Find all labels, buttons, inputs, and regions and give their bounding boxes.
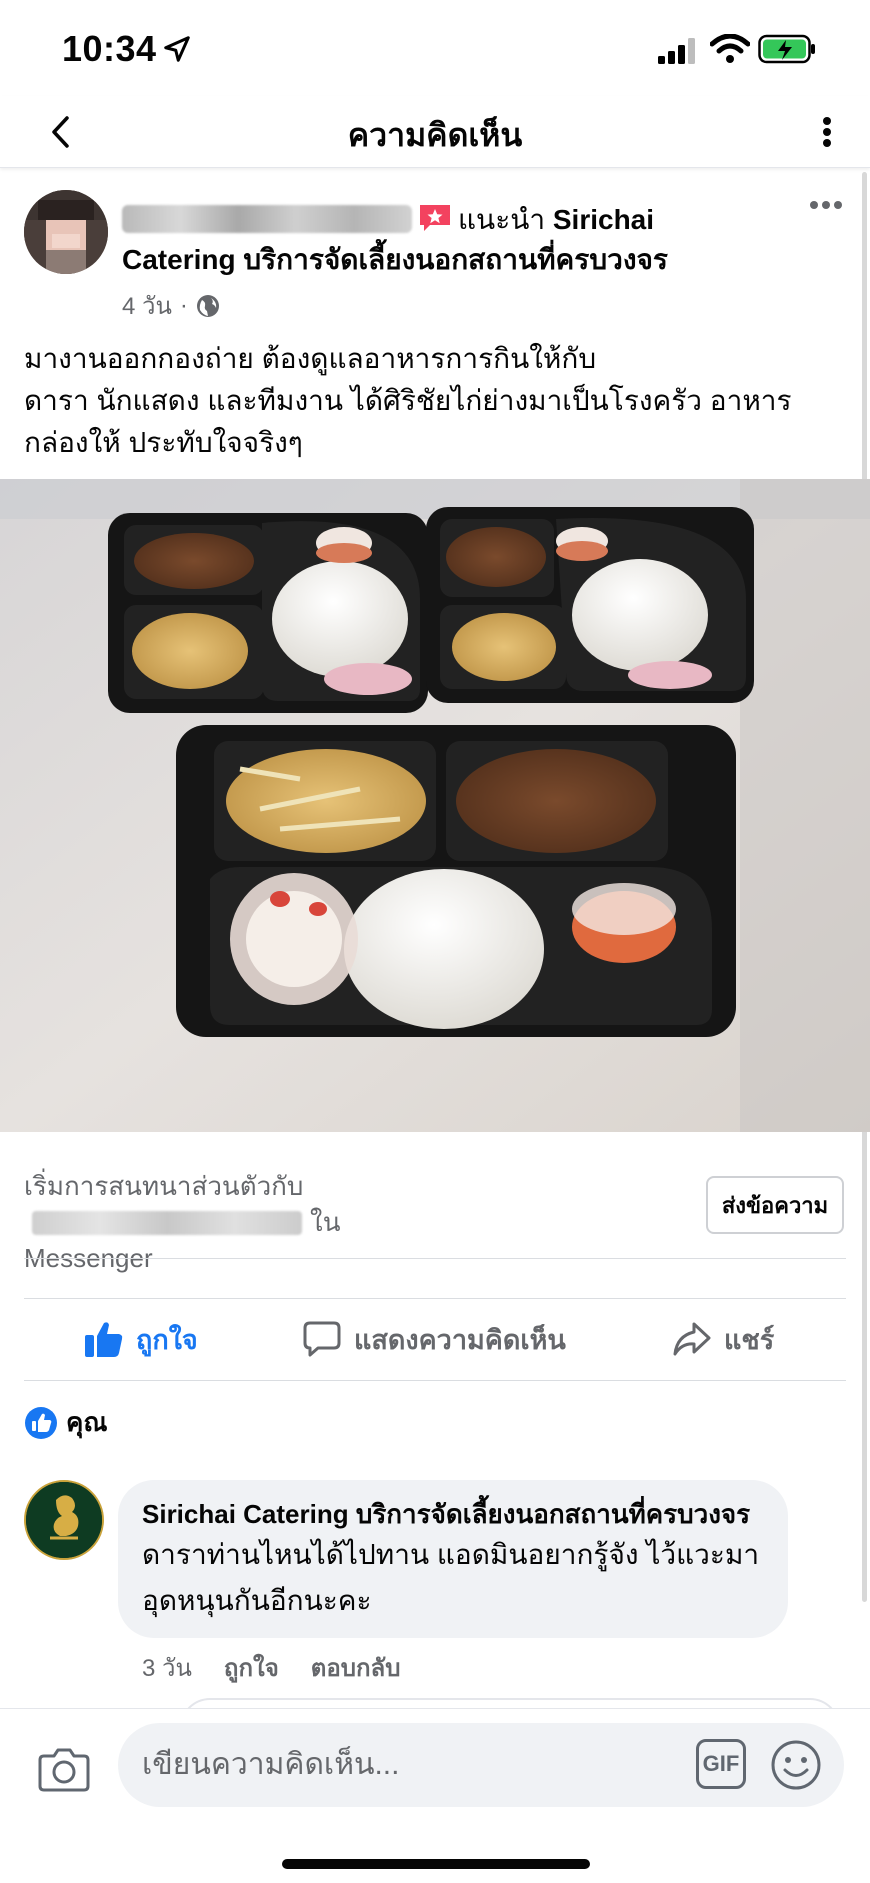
post-time[interactable]: 4 วัน: [122, 286, 172, 325]
wifi-icon: [710, 34, 750, 63]
food-boxes-photo: [0, 479, 870, 1132]
globe-icon: [196, 294, 219, 317]
comment-text-line: ดาราท่านไหนได้ไปทาน แอดมินอยากรู้จัง ไว้…: [142, 1539, 760, 1570]
signal-icon: [658, 38, 695, 64]
send-message-button[interactable]: ส่งข้อความ: [706, 1176, 844, 1234]
battery-charging-icon: [758, 34, 815, 64]
post-text-line: กล่องให้ ประทับใจจริงๆ: [24, 427, 303, 458]
meta-separator: ·: [179, 291, 188, 319]
camera-button[interactable]: [38, 1743, 90, 1795]
thumbs-up-icon: [85, 1322, 123, 1357]
home-indicator: [282, 1859, 590, 1869]
reactions-summary[interactable]: คุณ: [24, 1402, 108, 1443]
comment-like-link[interactable]: ถูกใจ: [224, 1648, 279, 1687]
post-photo[interactable]: [0, 479, 870, 1132]
commenter-avatar[interactable]: [24, 1480, 104, 1560]
messenger-prompt-prefix: เริ่มการสนทนาส่วนตัวกับ: [24, 1171, 304, 1201]
share-icon: [673, 1322, 711, 1356]
comments-header: ความคิดเห็น: [0, 96, 870, 168]
author-avatar[interactable]: [24, 190, 108, 274]
share-button[interactable]: แชร์: [672, 1298, 774, 1380]
status-time: 10:34: [62, 28, 157, 69]
author-name-blurred[interactable]: [122, 205, 412, 233]
recommends-label: แนะนำ: [458, 204, 546, 235]
post-text: มางานออกกองถ่าย ต้องดูแลอาหารการกินให้กั…: [24, 338, 844, 464]
comment-reply-link[interactable]: ตอบกลับ: [311, 1648, 401, 1687]
emoji-button[interactable]: [770, 1739, 822, 1791]
post-meta: 4 วัน ·: [122, 286, 220, 325]
comment-label: แสดงความคิดเห็น: [354, 1324, 566, 1355]
more-vertical-icon: [823, 117, 831, 147]
comment-meta: 3 วัน ถูกใจ ตอบกลับ: [142, 1648, 400, 1687]
status-bar: 10:34: [0, 0, 870, 96]
comment-button[interactable]: แสดงความคิดเห็น: [302, 1298, 566, 1380]
gif-button[interactable]: GIF: [696, 1739, 746, 1789]
messenger-prompt-suffix: ใน: [310, 1207, 341, 1237]
catering-logo-icon: [26, 1482, 102, 1558]
location-arrow-icon: [164, 36, 190, 62]
post-actions: ถูกใจ แสดงความคิดเห็น แชร์: [0, 1298, 870, 1380]
smiley-icon: [771, 1740, 821, 1790]
like-reaction-icon: [25, 1406, 57, 1439]
recipient-name-blurred: [32, 1211, 302, 1235]
camera-icon: [38, 1748, 90, 1792]
reactions-who: คุณ: [66, 1407, 108, 1437]
page-title: ความคิดเห็น: [347, 117, 523, 153]
divider: [24, 1380, 846, 1381]
like-label: ถูกใจ: [136, 1324, 198, 1355]
comment-author[interactable]: Sirichai Catering บริการจัดเลี้ยงนอกสถาน…: [142, 1496, 764, 1532]
messenger-prompt: เริ่มการสนทนาส่วนตัวกับใน Messenger: [24, 1168, 584, 1276]
comment-composer: GIF: [0, 1708, 870, 1883]
post-text-line: ดารา นักแสดง และทีมงาน ได้ศิริชัยไก่ย่าง…: [24, 385, 792, 416]
post-text-line: มางานออกกองถ่าย ต้องดูแลอาหารการกินให้กั…: [24, 343, 597, 374]
comment-text-line: อุดหนุนกันอีกนะคะ: [142, 1585, 372, 1616]
post-more-button[interactable]: [806, 194, 846, 216]
comment-icon: [303, 1321, 341, 1357]
recommend-star-icon: [420, 205, 450, 231]
more-horizontal-icon: [810, 201, 842, 209]
post-header: แนะนำ Sirichai Catering บริการจัดเลี้ยงน…: [122, 200, 762, 280]
header-more-button[interactable]: [812, 108, 842, 156]
comment-bubble[interactable]: Sirichai Catering บริการจัดเลี้ยงนอกสถาน…: [118, 1480, 788, 1638]
divider: [24, 1258, 846, 1259]
like-button[interactable]: ถูกใจ: [84, 1298, 198, 1380]
avatar-image: [24, 190, 108, 274]
comment-time: 3 วัน: [142, 1655, 192, 1682]
share-label: แชร์: [724, 1324, 775, 1355]
